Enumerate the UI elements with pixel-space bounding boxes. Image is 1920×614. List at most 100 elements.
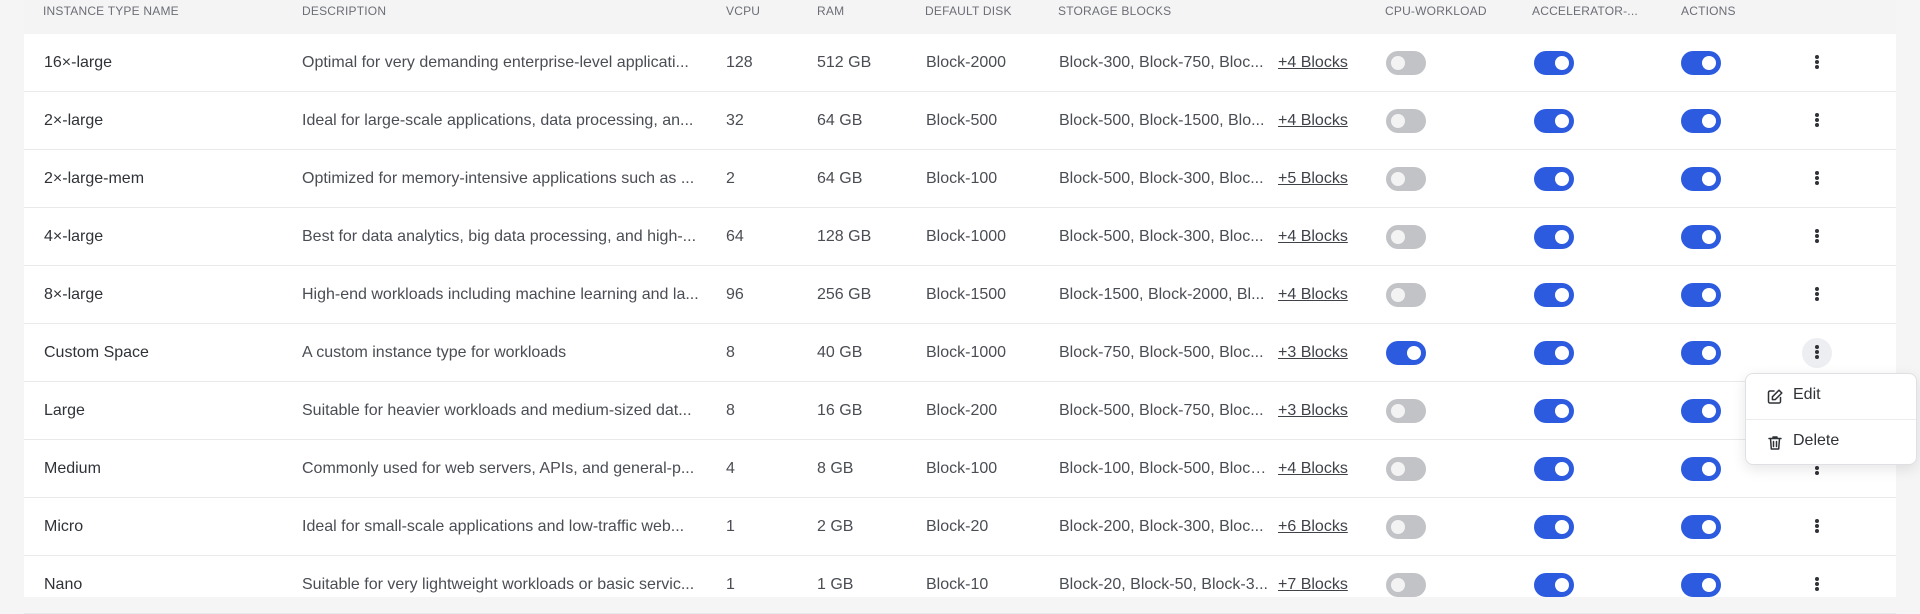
header-accelerator[interactable]: ACCELERATOR-...: [1532, 4, 1638, 18]
instance-type-name: Micro: [44, 518, 84, 535]
vcpu-cell: 1: [726, 518, 735, 535]
table-row[interactable]: Large Suitable for heavier workloads and …: [24, 382, 1896, 440]
accelerator-toggle[interactable]: [1534, 457, 1574, 481]
table-row[interactable]: 2×-large-mem Optimized for memory-intensi…: [24, 150, 1896, 208]
more-blocks-link[interactable]: +4 Blocks: [1278, 34, 1368, 91]
header-default-disk[interactable]: DEFAULT DISK: [925, 4, 1012, 18]
table-row[interactable]: Micro Ideal for small-scale applications …: [24, 498, 1896, 556]
kebab-dot: [1815, 524, 1819, 528]
toggle-knob: [1555, 172, 1569, 186]
vcpu-cell: 64: [726, 228, 744, 245]
more-blocks-link[interactable]: +4 Blocks: [1278, 92, 1368, 149]
accelerator-toggle[interactable]: [1534, 399, 1574, 423]
actions-toggle[interactable]: [1681, 225, 1721, 249]
row-menu-icon[interactable]: [1802, 570, 1832, 600]
cpu-workload-toggle[interactable]: [1386, 109, 1426, 133]
storage-blocks-cell: Block-500, Block-300, Bloc...: [1059, 170, 1264, 187]
accelerator-toggle[interactable]: [1534, 109, 1574, 133]
header-actions[interactable]: ACTIONS: [1681, 4, 1736, 18]
accelerator-toggle[interactable]: [1534, 283, 1574, 307]
header-description[interactable]: DESCRIPTION: [302, 4, 386, 18]
actions-toggle[interactable]: [1681, 167, 1721, 191]
table-row[interactable]: 8×-large High-end workloads including mac…: [24, 266, 1896, 324]
kebab-dot: [1815, 171, 1819, 175]
table-row[interactable]: Medium Commonly used for web servers, API…: [24, 440, 1896, 498]
cpu-workload-toggle[interactable]: [1386, 573, 1426, 597]
cpu-workload-toggle[interactable]: [1386, 51, 1426, 75]
storage-blocks-cell: Block-750, Block-500, Bloc...: [1059, 344, 1264, 361]
actions-toggle[interactable]: [1681, 341, 1721, 365]
more-blocks-link[interactable]: +4 Blocks: [1278, 208, 1368, 265]
accelerator-toggle[interactable]: [1534, 573, 1574, 597]
accelerator-toggle[interactable]: [1534, 515, 1574, 539]
more-blocks-link[interactable]: +7 Blocks: [1278, 556, 1368, 613]
row-menu-icon[interactable]: [1802, 164, 1832, 194]
actions-toggle[interactable]: [1681, 283, 1721, 307]
cpu-workload-toggle[interactable]: [1386, 341, 1426, 365]
table-row[interactable]: Custom Space A custom instance type for w…: [24, 324, 1896, 382]
row-menu-icon[interactable]: [1802, 512, 1832, 542]
row-menu-icon[interactable]: [1802, 222, 1832, 252]
header-vcpu[interactable]: VCPU: [726, 4, 760, 18]
kebab-dot: [1815, 577, 1819, 581]
row-menu-icon[interactable]: [1802, 338, 1832, 368]
accelerator-toggle[interactable]: [1534, 225, 1574, 249]
toggle-knob: [1391, 172, 1405, 186]
toggle-knob: [1702, 288, 1716, 302]
ram-cell: 256 GB: [817, 286, 872, 303]
row-menu-icon[interactable]: [1802, 280, 1832, 310]
toggle-knob: [1555, 578, 1569, 592]
toggle-knob: [1555, 520, 1569, 534]
actions-toggle[interactable]: [1681, 399, 1721, 423]
more-blocks-link[interactable]: +3 Blocks: [1278, 382, 1368, 439]
cpu-workload-toggle[interactable]: [1386, 167, 1426, 191]
kebab-dot: [1815, 292, 1819, 296]
accelerator-toggle[interactable]: [1534, 167, 1574, 191]
cpu-workload-toggle[interactable]: [1386, 283, 1426, 307]
cpu-workload-toggle[interactable]: [1386, 515, 1426, 539]
kebab-dot: [1815, 123, 1819, 127]
kebab-dot: [1815, 345, 1819, 349]
actions-toggle[interactable]: [1681, 51, 1721, 75]
default-disk-cell: Block-100: [926, 170, 998, 187]
cpu-workload-toggle[interactable]: [1386, 457, 1426, 481]
table-row[interactable]: 2×-large Ideal for large-scale applicatio…: [24, 92, 1896, 150]
vcpu-cell: 8: [726, 344, 735, 361]
more-blocks-link[interactable]: +5 Blocks: [1278, 150, 1368, 207]
cpu-workload-toggle[interactable]: [1386, 225, 1426, 249]
ram-cell: 1 GB: [817, 576, 854, 593]
header-storage-blocks[interactable]: STORAGE BLOCKS: [1058, 4, 1171, 18]
row-menu-icon[interactable]: [1802, 48, 1832, 78]
header-instance-type-name[interactable]: INSTANCE TYPE NAME: [43, 4, 179, 18]
more-blocks-link[interactable]: +4 Blocks: [1278, 266, 1368, 323]
more-blocks-link[interactable]: +3 Blocks: [1278, 324, 1368, 381]
accelerator-toggle[interactable]: [1534, 341, 1574, 365]
row-menu-icon[interactable]: [1802, 106, 1832, 136]
description-cell: Commonly used for web servers, APIs, and…: [302, 460, 695, 477]
storage-blocks-cell: Block-500, Block-1500, Blo...: [1059, 112, 1265, 129]
table-row[interactable]: Nano Suitable for very lightweight worklo…: [24, 556, 1896, 614]
header-cpu-workload[interactable]: CPU-WORKLOAD: [1385, 4, 1487, 18]
edit-menu-item[interactable]: Edit: [1746, 374, 1916, 418]
storage-blocks-cell: Block-500, Block-300, Bloc...: [1059, 228, 1264, 245]
header-ram[interactable]: RAM: [817, 4, 844, 18]
toggle-knob: [1391, 288, 1405, 302]
cpu-workload-toggle[interactable]: [1386, 399, 1426, 423]
actions-toggle[interactable]: [1681, 457, 1721, 481]
actions-toggle[interactable]: [1681, 573, 1721, 597]
actions-toggle[interactable]: [1681, 515, 1721, 539]
kebab-dot: [1815, 350, 1819, 354]
toggle-knob: [1702, 114, 1716, 128]
table-row[interactable]: 4×-large Best for data analytics, big dat…: [24, 208, 1896, 266]
instance-type-name: Large: [44, 402, 85, 419]
more-blocks-link[interactable]: +4 Blocks: [1278, 440, 1368, 497]
description-cell: Optimized for memory-intensive applicati…: [302, 170, 695, 187]
instance-type-name: Custom Space: [44, 344, 149, 361]
table-row[interactable]: 16×-large Optimal for very demanding ente…: [24, 34, 1896, 92]
accelerator-toggle[interactable]: [1534, 51, 1574, 75]
delete-menu-item[interactable]: Delete: [1746, 420, 1916, 464]
more-blocks-link[interactable]: +6 Blocks: [1278, 498, 1368, 555]
default-disk-cell: Block-2000: [926, 54, 1007, 71]
actions-toggle[interactable]: [1681, 109, 1721, 133]
kebab-dot: [1815, 471, 1819, 475]
